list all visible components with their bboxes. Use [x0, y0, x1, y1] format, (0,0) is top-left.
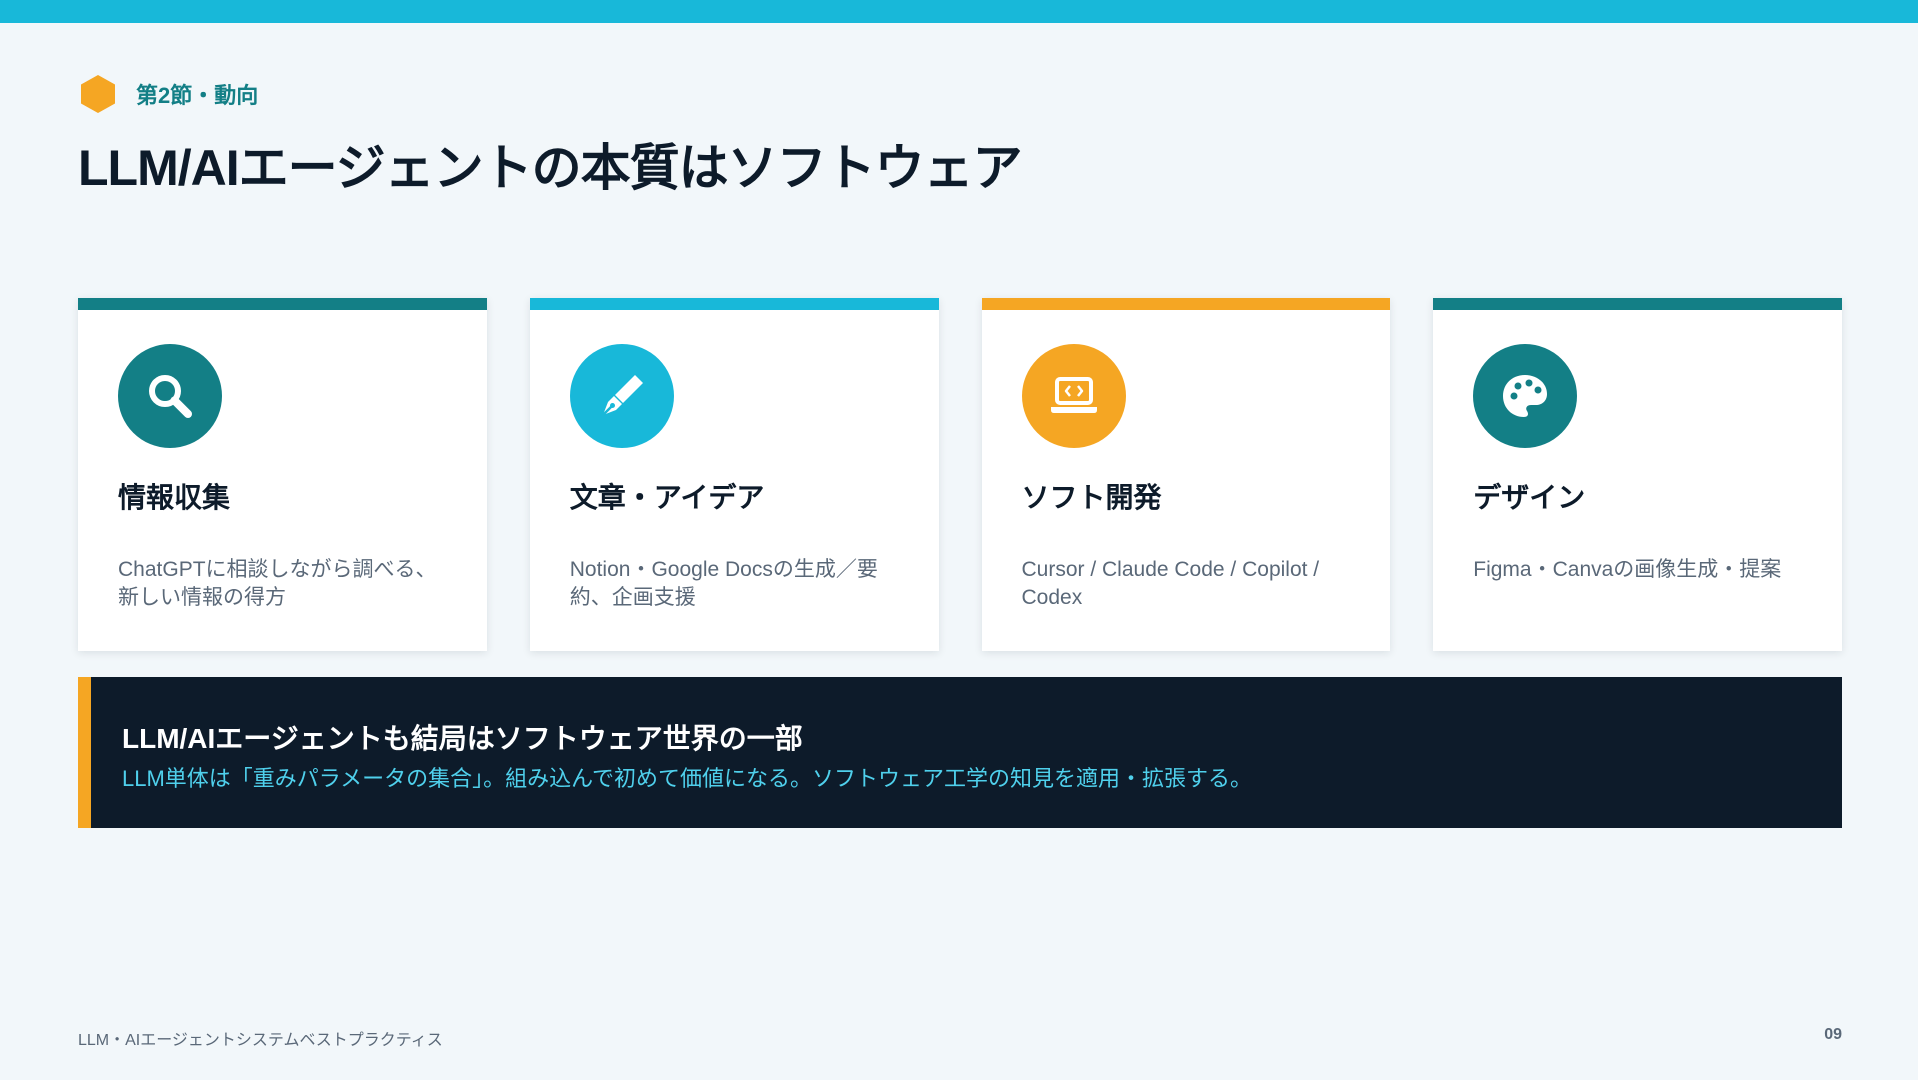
card-description: Figma・Canvaの画像生成・提案: [1473, 558, 1782, 581]
page-number: 09: [1824, 1026, 1842, 1043]
card-icon-circle: [118, 344, 222, 448]
card-title: 文章・アイデア: [569, 482, 765, 513]
card-description: Cursor / Claude Code / Copilot / Codex: [1021, 558, 1320, 609]
card-design: デザイン Figma・Canvaの画像生成・提案: [1433, 298, 1842, 651]
card-info-gathering: 情報収集 ChatGPTに相談しながら調べる、新しい情報の得方: [78, 298, 487, 651]
banner-title: LLM/AIエージェントも結局はソフトウェア世界の一部: [122, 723, 803, 754]
section-tag: 第2節・動向: [78, 74, 258, 114]
banner-subtitle: LLM単体は「重みパラメータの集合」。組み込んで初めて価値になる。ソフトウェア工…: [122, 766, 1253, 791]
top-accent-bar: [0, 0, 1918, 23]
card-description: ChatGPTに相談しながら調べる、新しい情報の得方: [118, 558, 437, 609]
card-icon-circle: [1473, 344, 1578, 448]
card-description: Notion・Google Docsの生成／要約、企画支援: [569, 558, 878, 609]
page-title: LLM/AIエージェントの本質はソフトウェア: [78, 140, 1023, 196]
section-label: 第2節・動向: [136, 83, 259, 108]
card-title: 情報収集: [118, 482, 231, 513]
key-message-banner: LLM/AIエージェントも結局はソフトウェア世界の一部 LLM単体は「重みパラメ…: [78, 677, 1842, 828]
palette-icon: [1503, 375, 1548, 417]
footer-deck-title: LLM・AIエージェントシステムベストプラクティス: [78, 1032, 443, 1049]
card-title: ソフト開発: [1021, 482, 1162, 513]
search-icon: [149, 375, 192, 418]
card-icon-circle: [1021, 344, 1126, 448]
hexagon-icon: [81, 75, 115, 113]
use-case-cards: 情報収集 ChatGPTに相談しながら調べる、新しい情報の得方 文章・アイデア …: [78, 298, 1842, 651]
pen-nib-icon: [601, 375, 643, 416]
card-title: デザイン: [1473, 482, 1586, 513]
card-software-dev: ソフト開発 Cursor / Claude Code / Copilot / C…: [981, 298, 1391, 651]
laptop-code-icon: [1050, 377, 1097, 413]
card-writing-ideas: 文章・アイデア Notion・Google Docsの生成／要約、企画支援: [529, 298, 939, 651]
card-icon-circle: [569, 344, 674, 448]
